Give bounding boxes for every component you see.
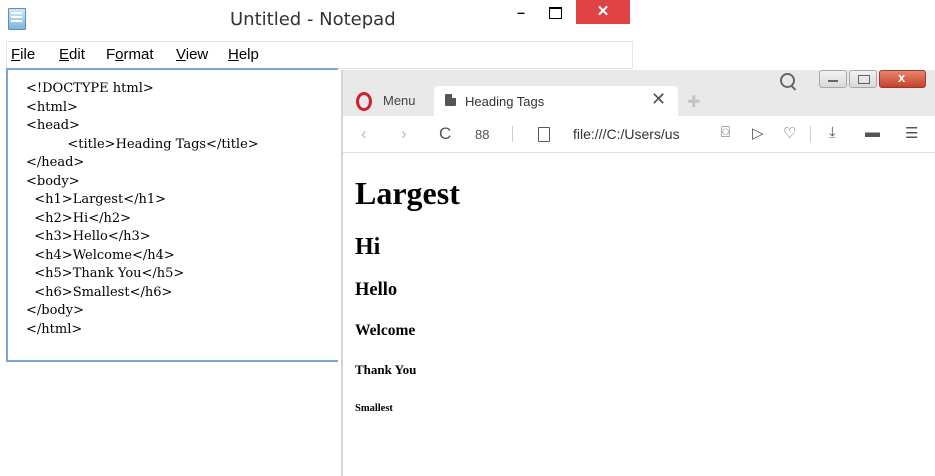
notepad-editor[interactable]: <!DOCTYPE html> <html> <head> <title>Hea… <box>6 68 338 362</box>
notepad-menubar: File Edit Format View Help <box>6 41 633 69</box>
notepad-app-icon <box>8 8 26 30</box>
opera-logo-icon[interactable] <box>356 92 372 111</box>
tab-close-icon[interactable]: ✕ <box>651 89 666 110</box>
tab-title: Heading Tags <box>465 94 545 109</box>
menu-help[interactable]: Help <box>228 46 259 63</box>
heart-icon[interactable]: ♡ <box>783 124 796 142</box>
heading-h1: Largest <box>355 175 460 211</box>
settings-icon[interactable]: ☰ <box>905 124 918 142</box>
browser-minimize-button[interactable] <box>819 70 847 88</box>
menu-view[interactable]: View <box>176 46 208 63</box>
heading-h5: Thank You <box>355 362 417 377</box>
notepad-code: <!DOCTYPE html> <html> <head> <title>Hea… <box>26 81 259 337</box>
page-content: Largest Hi Hello Welcome Thank You Small… <box>343 153 935 476</box>
heading-h6: Smallest <box>355 403 393 414</box>
camera-icon[interactable]: ⌼ <box>721 124 730 141</box>
speed-dial-button[interactable]: 88 <box>475 127 489 142</box>
notepad-titlebar[interactable]: Untitled - Notepad – ✕ <box>0 0 635 40</box>
menu-format[interactable]: Format <box>106 46 154 63</box>
toolbar-separator <box>512 126 513 142</box>
battery-icon[interactable]: ▬ <box>865 124 880 141</box>
browser-close-button[interactable] <box>879 70 926 88</box>
opera-menu-button[interactable]: Menu <box>383 93 416 108</box>
minimize-button[interactable]: – <box>507 2 535 24</box>
browser-maximize-button[interactable] <box>849 70 877 88</box>
download-icon[interactable]: ⤓ <box>829 124 836 141</box>
notepad-title: Untitled - Notepad <box>230 9 396 30</box>
heading-h2: Hi <box>355 234 381 260</box>
close-button[interactable]: ✕ <box>576 0 630 24</box>
forward-button[interactable]: › <box>401 124 407 144</box>
menu-edit[interactable]: Edit <box>59 46 85 63</box>
back-button[interactable]: ‹ <box>361 124 367 144</box>
new-tab-icon[interactable]: ✚ <box>687 92 700 112</box>
maximize-button[interactable] <box>540 2 570 24</box>
heading-h4: Welcome <box>355 322 416 339</box>
browser-window: Menu Heading Tags ✕ ✚ ‹ › C 88 file:///C… <box>341 70 935 476</box>
toolbar-separator <box>810 126 811 142</box>
page-info-icon[interactable] <box>538 127 550 142</box>
search-icon[interactable] <box>780 73 795 88</box>
document-icon <box>445 94 456 106</box>
send-icon[interactable]: ▷ <box>752 124 764 142</box>
heading-h3: Hello <box>355 280 398 300</box>
menu-file[interactable]: File <box>11 46 35 63</box>
address-bar: ‹ › C 88 file:///C:/Users/us ⌼ ▷ ♡ ⤓ ▬ ☰ <box>343 116 935 153</box>
browser-tabbar: Menu Heading Tags ✕ ✚ <box>343 70 935 116</box>
url-field[interactable]: file:///C:/Users/us <box>573 126 680 142</box>
reload-button[interactable]: C <box>439 124 451 144</box>
tab-heading-tags[interactable]: Heading Tags ✕ <box>434 86 678 116</box>
